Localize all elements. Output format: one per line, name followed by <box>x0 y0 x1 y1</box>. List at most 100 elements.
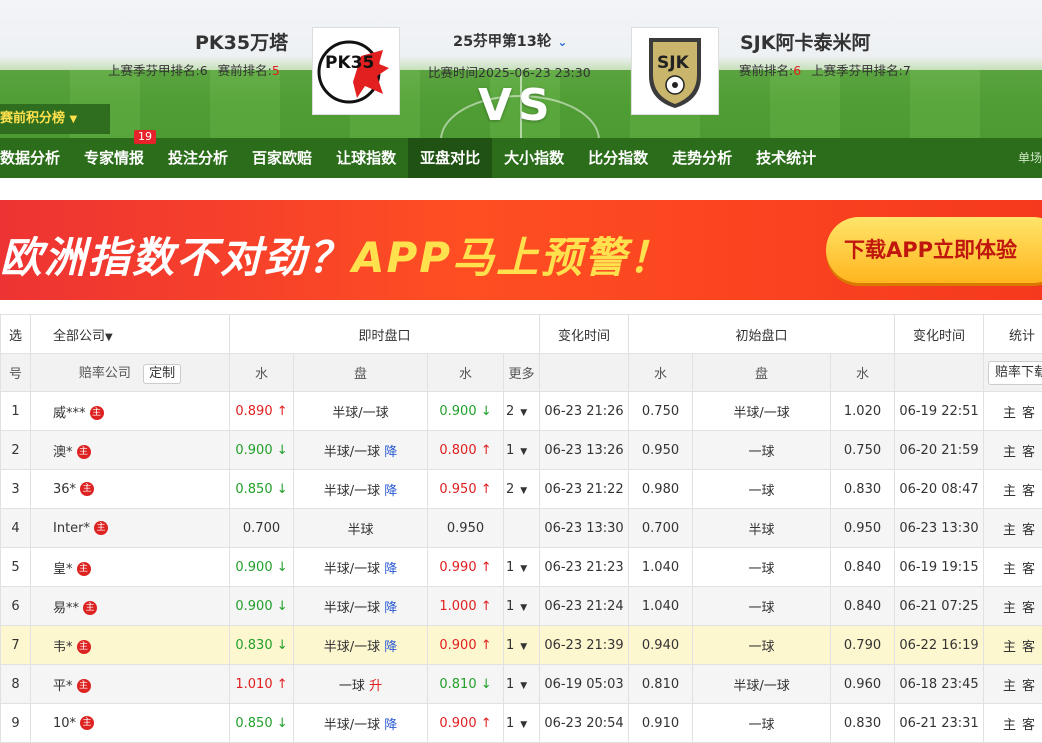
company-cell[interactable]: 威***主 <box>31 392 230 431</box>
count-badge: 19 <box>134 130 156 144</box>
more-cell[interactable]: 2▼ <box>504 392 540 431</box>
company-cell[interactable]: Inter*主 <box>31 509 230 548</box>
banner-headline-white: 欧洲指数不对劲？ <box>0 233 352 282</box>
more-cell[interactable]: 1▼ <box>504 626 540 665</box>
live-handicap: 半球/一球 降 <box>294 626 428 665</box>
stats-links: 主客同 <box>984 704 1042 743</box>
caret-down-icon: ▼ <box>520 603 527 613</box>
company-cell[interactable]: 36*主 <box>31 470 230 509</box>
nav-item-score-index[interactable]: 比分指数 <box>576 138 660 178</box>
live-home-water-value: 0.700 <box>243 521 280 536</box>
home-stats-link[interactable]: 主 <box>1003 640 1016 655</box>
away-stats-link[interactable]: 客 <box>1022 406 1035 421</box>
table-row[interactable]: 2澳*主0.900 ↓半球/一球 降0.800 ↑1▼06-23 13:260.… <box>1 431 1042 470</box>
initial-change-time-header: 变化时间 <box>895 315 984 354</box>
more-cell[interactable]: 1▼ <box>504 587 540 626</box>
away-stats-link[interactable]: 客 <box>1022 679 1035 694</box>
init-away-water: 0.750 <box>831 431 895 470</box>
home-stats-link[interactable]: 主 <box>1003 601 1016 616</box>
company-name: 10* <box>53 716 76 731</box>
more-cell[interactable]: 1▼ <box>504 704 540 743</box>
home-team-logo[interactable]: PK35 <box>312 27 400 115</box>
away-team-logo[interactable]: SJK <box>631 27 719 115</box>
home-stats-link[interactable]: 主 <box>1003 718 1016 733</box>
nav-item-data-analysis[interactable]: 数据分析 <box>0 138 72 178</box>
live-home-water-value: 1.010 <box>235 677 272 692</box>
more-cell[interactable] <box>504 509 540 548</box>
customize-button[interactable]: 定制 <box>143 364 181 384</box>
home-stats-link[interactable]: 主 <box>1003 562 1016 577</box>
trend-arrow-icon: ↓ <box>273 599 288 614</box>
live-handicap-value: 半球/一球 <box>324 718 380 733</box>
live-home-water: 1.010 ↑ <box>230 665 294 704</box>
table-row[interactable]: 1威***主0.890 ↑半球/一球0.900 ↓2▼06-23 21:260.… <box>1 392 1042 431</box>
live-away-water-value: 0.950 <box>447 521 484 536</box>
nav-item-tech-stats[interactable]: 技术统计 <box>744 138 828 178</box>
nav-item-trend-analysis[interactable]: 走势分析 <box>660 138 744 178</box>
nav-single-match-link[interactable]: 单场 <box>1018 138 1042 178</box>
company-filter-dropdown[interactable]: 全部公司▼ <box>31 315 230 354</box>
trend-arrow-icon: ↓ <box>273 443 288 458</box>
caret-down-icon: ▼ <box>520 720 527 730</box>
away-stats-link[interactable]: 客 <box>1022 523 1035 538</box>
standings-dropdown-button[interactable]: 赛前积分榜 ▼ <box>0 104 110 134</box>
caret-down-icon: ▼ <box>520 564 527 574</box>
row-number: 5 <box>1 548 31 587</box>
init-home-water: 1.040 <box>629 548 693 587</box>
company-cell[interactable]: 易**主 <box>31 587 230 626</box>
home-stats-link[interactable]: 主 <box>1003 679 1016 694</box>
away-stats-link[interactable]: 客 <box>1022 640 1035 655</box>
nav-item-expert-intel[interactable]: 专家情报 19 <box>72 138 156 178</box>
more-cell[interactable]: 1▼ <box>504 431 540 470</box>
table-row[interactable]: 336*主0.850 ↓半球/一球 降0.950 ↑2▼06-23 21:220… <box>1 470 1042 509</box>
company-cell[interactable]: 韦*主 <box>31 626 230 665</box>
company-cell[interactable]: 澳*主 <box>31 431 230 470</box>
handicap-change-tag: 降 <box>384 640 397 655</box>
company-cell[interactable]: 10*主 <box>31 704 230 743</box>
home-stats-link[interactable]: 主 <box>1003 484 1016 499</box>
company-cell[interactable]: 平*主 <box>31 665 230 704</box>
table-row[interactable]: 8平*主1.010 ↑一球 升0.810 ↓1▼06-19 05:030.810… <box>1 665 1042 704</box>
init-away-water: 0.830 <box>831 704 895 743</box>
table-row[interactable]: 5皇*主0.900 ↓半球/一球 降0.990 ↑1▼06-23 21:231.… <box>1 548 1042 587</box>
more-cell[interactable]: 2▼ <box>504 470 540 509</box>
away-stats-link[interactable]: 客 <box>1022 484 1035 499</box>
match-time: 比赛时间2025-06-23 23:30 <box>428 62 591 81</box>
nav-item-asian-compare[interactable]: 亚盘对比 <box>408 138 492 178</box>
round-selector[interactable]: 25芬甲第13轮⌄ <box>453 30 567 51</box>
home-stats-link[interactable]: 主 <box>1003 445 1016 460</box>
live-home-water: 0.900 ↓ <box>230 587 294 626</box>
init-home-water: 0.910 <box>629 704 693 743</box>
init-handicap: 半球/一球 <box>693 665 831 704</box>
main-company-icon: 主 <box>77 445 91 459</box>
nav-item-betting-analysis[interactable]: 投注分析 <box>156 138 240 178</box>
away-team-name[interactable]: SJK阿卡泰米阿 <box>740 28 870 55</box>
change-time: 06-23 20:54 <box>540 704 629 743</box>
odds-download-button[interactable]: 赔率下载 <box>988 361 1042 385</box>
company-cell[interactable]: 皇*主 <box>31 548 230 587</box>
init-handicap: 一球 <box>693 704 831 743</box>
away-stats-link[interactable]: 客 <box>1022 718 1035 733</box>
more-cell[interactable]: 1▼ <box>504 548 540 587</box>
trend-arrow-icon: ↓ <box>273 716 288 731</box>
nav-item-over-under[interactable]: 大小指数 <box>492 138 576 178</box>
table-row[interactable]: 4Inter*主0.700半球0.95006-23 13:300.700半球0.… <box>1 509 1042 548</box>
download-app-button[interactable]: 下载APP立即体验 <box>826 217 1042 283</box>
main-company-icon: 主 <box>77 679 91 693</box>
home-team-name[interactable]: PK35万塔 <box>195 28 288 55</box>
home-stats-link[interactable]: 主 <box>1003 406 1016 421</box>
away-stats-link[interactable]: 客 <box>1022 445 1035 460</box>
home-stats-link[interactable]: 主 <box>1003 523 1016 538</box>
away-logo-text: SJK <box>657 53 690 73</box>
nav-item-euro-odds[interactable]: 百家欧赔 <box>240 138 324 178</box>
away-stats-link[interactable]: 客 <box>1022 601 1035 616</box>
away-stats-link[interactable]: 客 <box>1022 562 1035 577</box>
table-row[interactable]: 6易**主0.900 ↓半球/一球 降1.000 ↑1▼06-23 21:241… <box>1 587 1042 626</box>
table-row[interactable]: 7韦*主0.830 ↓半球/一球 降0.900 ↑1▼06-23 21:390.… <box>1 626 1042 665</box>
nav-item-handicap-index[interactable]: 让球指数 <box>324 138 408 178</box>
promo-banner[interactable]: 欧洲指数不对劲？APP马上预警！ 下载APP立即体验 <box>0 200 1042 300</box>
table-row[interactable]: 910*主0.850 ↓半球/一球 降0.900 ↑1▼06-23 20:540… <box>1 704 1042 743</box>
init-away-water: 0.840 <box>831 587 895 626</box>
change-time: 06-23 13:30 <box>540 509 629 548</box>
more-cell[interactable]: 1▼ <box>504 665 540 704</box>
